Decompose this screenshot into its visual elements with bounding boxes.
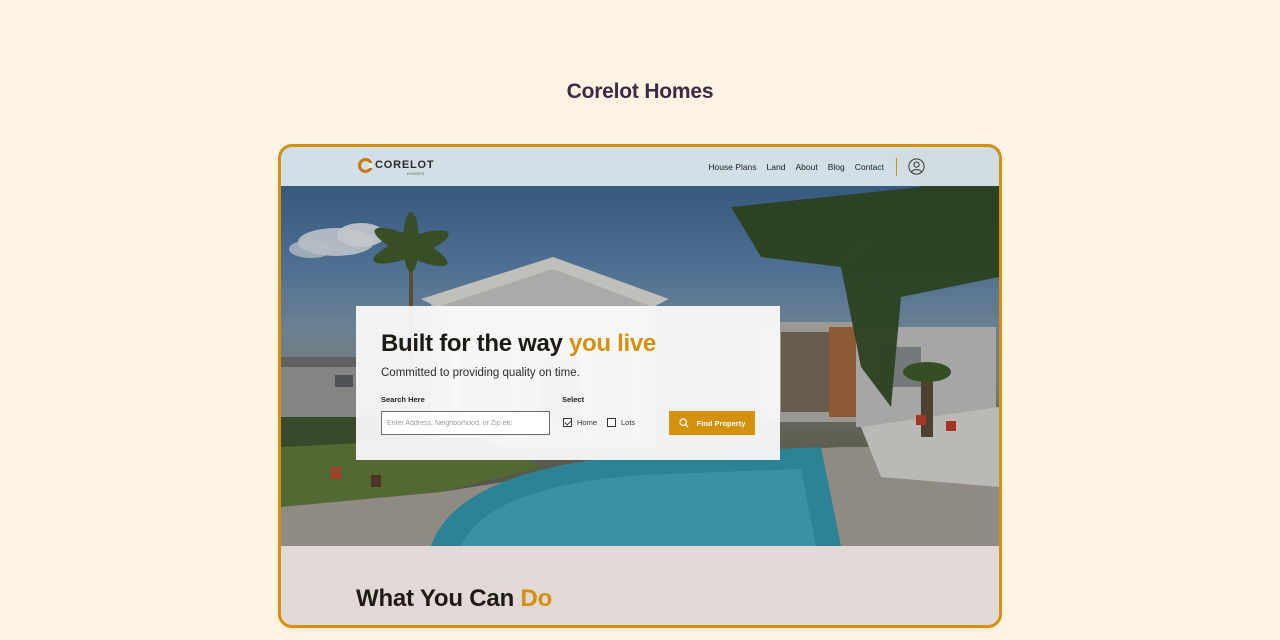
section-title-accent: Do <box>520 585 553 612</box>
nav-link-contact[interactable]: Contact <box>855 162 884 172</box>
checkbox-lots-box[interactable] <box>607 418 616 427</box>
search-icon <box>679 418 689 428</box>
search-card: Built for the way you live Committed to … <box>356 306 780 460</box>
website-preview-frame: CORELOT HOMES House Plans Land About Blo… <box>278 144 1002 628</box>
hero-subline: Committed to providing quality on time. <box>381 367 580 379</box>
search-input[interactable] <box>381 411 550 435</box>
find-property-button[interactable]: Find Property <box>669 411 755 435</box>
nav-link-blog[interactable]: Blog <box>828 162 845 172</box>
checkbox-home-label: Home <box>577 418 598 427</box>
hero-headline: Built for the way you live <box>381 330 656 358</box>
brand-logo[interactable]: CORELOT HOMES <box>358 158 435 176</box>
select-label: Select <box>562 395 585 404</box>
section-title-main: What You Can <box>356 585 521 612</box>
nav-link-land[interactable]: Land <box>767 162 786 172</box>
user-icon[interactable] <box>908 158 925 175</box>
top-navbar: CORELOT HOMES House Plans Land About Blo… <box>281 147 999 186</box>
brand-name: CORELOT <box>375 159 435 171</box>
section-title: What You Can Do <box>356 585 552 613</box>
nav-links: House Plans Land About Blog Contact <box>698 147 884 186</box>
nav-divider <box>896 158 897 176</box>
brand-subtitle: HOMES <box>407 171 425 176</box>
nav-link-house-plans[interactable]: House Plans <box>708 162 756 172</box>
hero-section: CORELOT HOMES House Plans Land About Blo… <box>281 147 999 546</box>
hero-headline-accent: you live <box>568 330 656 357</box>
find-property-label: Find Property <box>696 418 746 428</box>
logo-mark-icon <box>358 158 373 173</box>
search-label: Search Here <box>381 395 425 404</box>
nav-link-about[interactable]: About <box>795 162 817 172</box>
checkbox-home[interactable]: Home <box>563 418 597 427</box>
hero-headline-main: Built for the way <box>381 330 569 357</box>
checkbox-lots-label: Lots <box>621 418 636 427</box>
page-title: Corelot Homes <box>566 80 714 103</box>
checkbox-home-box[interactable] <box>563 418 572 427</box>
checkbox-lots[interactable]: Lots <box>607 418 635 427</box>
